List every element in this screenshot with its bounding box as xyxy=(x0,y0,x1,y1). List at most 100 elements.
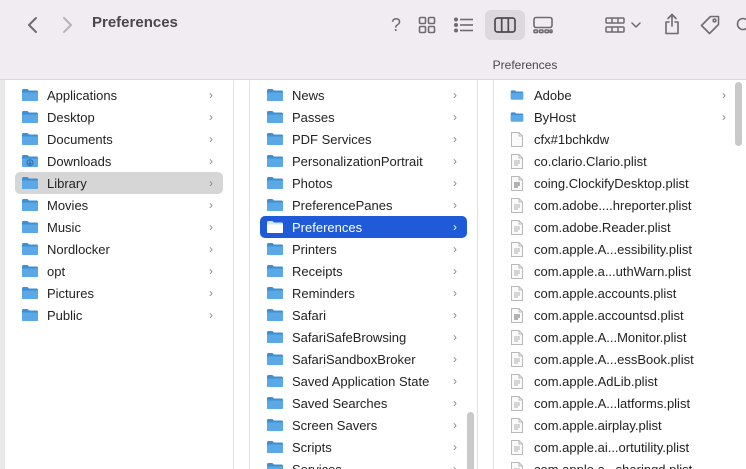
file-row[interactable]: cfx#1bchkdw xyxy=(504,128,736,150)
chevron-right-icon: › xyxy=(453,286,457,300)
chevron-right-icon: › xyxy=(209,198,213,212)
folder-row[interactable]: Pictures › xyxy=(15,282,223,304)
view-gallery-button[interactable] xyxy=(528,11,558,39)
folder-row[interactable]: SafariSandboxBroker › xyxy=(260,348,467,370)
folder-row[interactable]: Printers › xyxy=(260,238,467,260)
chevron-right-icon: › xyxy=(453,242,457,256)
folder-icon xyxy=(266,462,284,469)
item-label: Photos xyxy=(292,175,333,191)
folder-icon xyxy=(21,176,39,190)
share-button[interactable] xyxy=(658,9,686,39)
folder-row[interactable]: News › xyxy=(260,84,467,106)
folder-row[interactable]: Movies › xyxy=(15,194,223,216)
folder-icon xyxy=(266,264,284,278)
file-row[interactable]: com.apple.airplay.plist xyxy=(504,414,736,436)
plist-file-icon xyxy=(510,285,524,301)
browser-column-1[interactable]: Applications › Desktop › Documents › Downloads… xyxy=(5,80,234,469)
chevron-right-icon: › xyxy=(453,308,457,322)
chevron-right-icon xyxy=(63,17,72,33)
file-row[interactable]: com.apple.accountsd.plist xyxy=(504,304,736,326)
view-columns-button[interactable] xyxy=(485,10,525,40)
file-row[interactable]: com.apple.A...latforms.plist xyxy=(504,392,736,414)
browser-column-3[interactable]: Adobe › ByHost › cfx#1bchkdw co.clario.Clario… xyxy=(493,80,746,469)
chevron-right-icon: › xyxy=(722,110,726,124)
help-button[interactable]: ? xyxy=(384,11,408,39)
item-label: com.apple.A...latforms.plist xyxy=(534,395,691,411)
forward-button[interactable] xyxy=(54,11,82,39)
folder-icon xyxy=(266,132,284,146)
folder-row[interactable]: opt › xyxy=(15,260,223,282)
scrollbar-thumb[interactable] xyxy=(467,412,474,469)
folder-row[interactable]: Receipts › xyxy=(260,260,467,282)
tag-button[interactable] xyxy=(696,11,724,39)
folder-row[interactable]: Desktop › xyxy=(15,106,223,128)
file-row[interactable]: com.apple.accounts.plist xyxy=(504,282,736,304)
folder-icon xyxy=(21,132,39,146)
file-row[interactable]: com.apple.AdLib.plist xyxy=(504,370,736,392)
file-row[interactable]: com.apple.a...uthWarn.plist xyxy=(504,260,736,282)
file-row[interactable]: com.apple.a...sharingd.plist xyxy=(504,458,736,469)
folder-row[interactable]: Applications › xyxy=(15,84,223,106)
column-list: News › Passes › PDF Services › Personalization… xyxy=(250,84,477,469)
scrollbar-thumb[interactable] xyxy=(735,82,742,146)
folder-icon xyxy=(266,396,284,410)
item-label: Movies xyxy=(47,197,89,213)
plist-file-icon xyxy=(510,219,524,235)
folder-row[interactable]: PDF Services › xyxy=(260,128,467,150)
item-label: Preferences xyxy=(292,219,363,235)
folder-row[interactable]: ByHost › xyxy=(504,106,736,128)
folder-row[interactable]: Nordlocker › xyxy=(15,238,223,260)
folder-icon xyxy=(21,88,39,102)
folder-icon xyxy=(266,352,284,366)
file-row[interactable]: co.clario.Clario.plist xyxy=(504,150,736,172)
folder-row[interactable]: Saved Application State › xyxy=(260,370,467,392)
folder-icon xyxy=(266,220,284,234)
view-icons-button[interactable] xyxy=(414,11,440,39)
file-row[interactable]: com.apple.ai...ortutility.plist xyxy=(504,436,736,458)
file-row[interactable]: com.adobe....hreporter.plist xyxy=(504,194,736,216)
view-list-button[interactable] xyxy=(450,11,478,39)
plist-file-icon xyxy=(510,153,524,169)
plist-file-icon xyxy=(510,241,524,257)
folder-row[interactable]: Services › xyxy=(260,458,467,469)
folder-row[interactable]: Photos › xyxy=(260,172,467,194)
folder-row[interactable]: Documents › xyxy=(15,128,223,150)
item-label: Pictures xyxy=(47,285,94,301)
file-row[interactable]: com.adobe.Reader.plist xyxy=(504,216,736,238)
plist-file-icon xyxy=(510,395,524,411)
folder-row[interactable]: PersonalizationPortrait › xyxy=(260,150,467,172)
item-label: cfx#1bchkdw xyxy=(534,131,610,147)
group-by-button[interactable] xyxy=(604,11,644,39)
item-label: com.apple.accounts.plist xyxy=(534,285,677,301)
folder-row[interactable]: Screen Savers › xyxy=(260,414,467,436)
folder-row[interactable]: Scripts › xyxy=(260,436,467,458)
folder-row[interactable]: Downloads › xyxy=(15,150,223,172)
file-row[interactable]: com.apple.A...essibility.plist xyxy=(504,238,736,260)
folder-row[interactable]: SafariSafeBrowsing › xyxy=(260,326,467,348)
folder-row[interactable]: Safari › xyxy=(260,304,467,326)
chevron-right-icon: › xyxy=(453,110,457,124)
folder-row[interactable]: Reminders › xyxy=(260,282,467,304)
folder-row[interactable]: Preferences › xyxy=(260,216,467,238)
plist-file-icon xyxy=(510,439,524,455)
folder-row[interactable]: Library › xyxy=(15,172,223,194)
folder-row[interactable]: Saved Searches › xyxy=(260,392,467,414)
search-button[interactable] xyxy=(734,11,746,39)
folder-row[interactable]: Public › xyxy=(15,304,223,326)
folder-row[interactable]: Music › xyxy=(15,216,223,238)
file-row[interactable]: com.apple.A...essBook.plist xyxy=(504,348,736,370)
item-label: Printers xyxy=(292,241,337,257)
chevron-right-icon: › xyxy=(453,264,457,278)
folder-row[interactable]: PreferencePanes › xyxy=(260,194,467,216)
folder-row[interactable]: Adobe › xyxy=(504,84,736,106)
browser-column-2[interactable]: News › Passes › PDF Services › Personalization… xyxy=(249,80,478,469)
back-button[interactable] xyxy=(18,11,46,39)
file-row[interactable]: coing.ClockifyDesktop.plist xyxy=(504,172,736,194)
item-label: Nordlocker xyxy=(47,241,110,257)
folder-icon xyxy=(266,110,284,124)
item-label: ByHost xyxy=(534,109,576,125)
folder-icon xyxy=(266,308,284,322)
chevron-right-icon: › xyxy=(722,88,726,102)
file-row[interactable]: com.apple.A...Monitor.plist xyxy=(504,326,736,348)
folder-row[interactable]: Passes › xyxy=(260,106,467,128)
